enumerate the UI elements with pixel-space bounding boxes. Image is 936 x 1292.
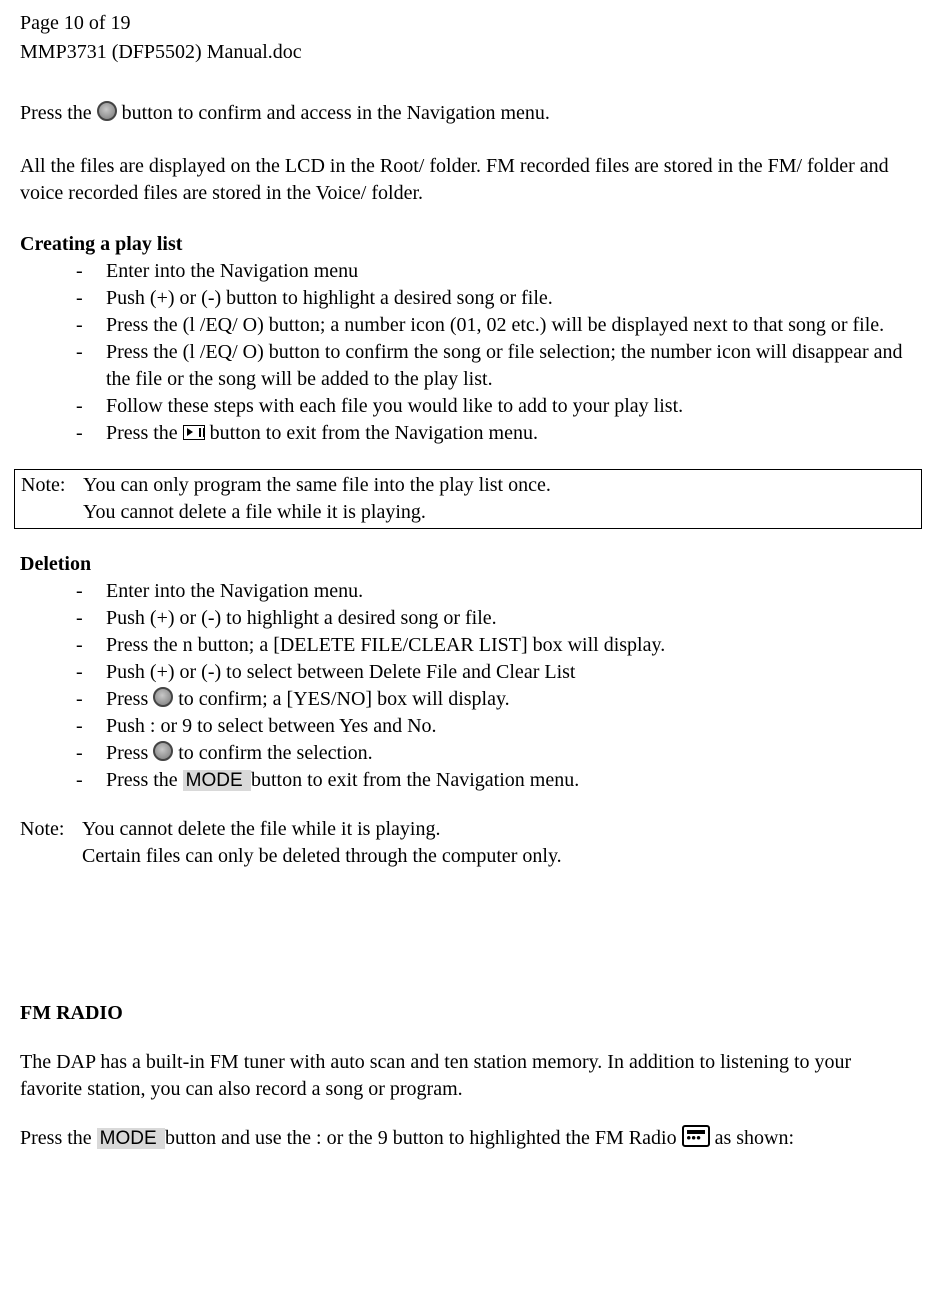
text: button to exit from the Navigation menu. xyxy=(205,422,538,444)
intro-folders: All the files are displayed on the LCD i… xyxy=(20,153,916,207)
doc-filename: MMP3731 (DFP5502) Manual.doc xyxy=(20,39,916,66)
list-item: Press to confirm; a [YES/NO] box will di… xyxy=(76,686,916,713)
note-line: You can only program the same file into … xyxy=(83,472,915,499)
text: button and use the : or the 9 button to … xyxy=(165,1127,682,1149)
fm-radio-icon xyxy=(682,1125,710,1147)
note-box-playlist: Note: You can only program the same file… xyxy=(14,469,922,529)
list-item: Press the n button; a [DELETE FILE/CLEAR… xyxy=(76,632,916,659)
list-item: Follow these steps with each file you wo… xyxy=(76,393,916,420)
text: as shown: xyxy=(710,1127,794,1149)
list-item: Enter into the Navigation menu. xyxy=(76,578,916,605)
list-item: Press the (l /EQ/ O) button to confirm t… xyxy=(76,339,916,393)
text: Press the xyxy=(106,422,183,444)
list-item: Push (+) or (-) to select between Delete… xyxy=(76,659,916,686)
deletion-steps: Enter into the Navigation menu. Push (+)… xyxy=(20,578,916,794)
playlist-steps: Enter into the Navigation menu Push (+) … xyxy=(20,258,916,447)
text: Press xyxy=(106,742,153,764)
heading-playlist: Creating a play list xyxy=(20,231,916,258)
text: Press xyxy=(106,688,153,710)
list-item: Push (+) or (-) button to highlight a de… xyxy=(76,285,916,312)
text: to confirm; a [YES/NO] box will display. xyxy=(173,688,509,710)
note-deletion: Note: You cannot delete the file while i… xyxy=(20,816,916,870)
list-item: Press the MODE button to exit from the N… xyxy=(76,767,916,794)
list-item: Press to confirm the selection. xyxy=(76,740,916,767)
mode-button-label: MODE xyxy=(97,1128,165,1149)
heading-fm-radio: FM RADIO xyxy=(20,1000,916,1027)
page-number: Page 10 of 19 xyxy=(20,10,916,37)
list-item: Press the button to exit from the Naviga… xyxy=(76,420,916,447)
circle-button-icon xyxy=(153,741,173,761)
circle-button-icon xyxy=(97,101,117,121)
text: Press the xyxy=(106,769,183,791)
play-pause-icon xyxy=(183,425,205,440)
fm-intro: The DAP has a built-in FM tuner with aut… xyxy=(20,1049,916,1103)
fm-instruction: Press the MODE button and use the : or t… xyxy=(20,1125,916,1152)
note-line: Certain files can only be deleted throug… xyxy=(82,843,916,870)
text: button to confirm and access in the Navi… xyxy=(117,102,550,124)
text: button to exit from the Navigation menu. xyxy=(251,769,579,791)
text: Press the xyxy=(20,1127,97,1149)
list-item: Enter into the Navigation menu xyxy=(76,258,916,285)
note-line: You cannot delete the file while it is p… xyxy=(82,816,916,843)
note-line: You cannot delete a file while it is pla… xyxy=(83,499,915,526)
list-item: Press the (l /EQ/ O) button; a number ic… xyxy=(76,312,916,339)
list-item: Push : or 9 to select between Yes and No… xyxy=(76,713,916,740)
intro-press-confirm: Press the button to confirm and access i… xyxy=(20,100,916,127)
text: to confirm the selection. xyxy=(173,742,372,764)
note-label: Note: xyxy=(20,816,82,870)
list-item: Push (+) or (-) to highlight a desired s… xyxy=(76,605,916,632)
circle-button-icon xyxy=(153,687,173,707)
note-label: Note: xyxy=(21,472,83,526)
heading-deletion: Deletion xyxy=(20,551,916,578)
text: Press the xyxy=(20,102,97,124)
mode-button-label: MODE xyxy=(183,770,251,791)
